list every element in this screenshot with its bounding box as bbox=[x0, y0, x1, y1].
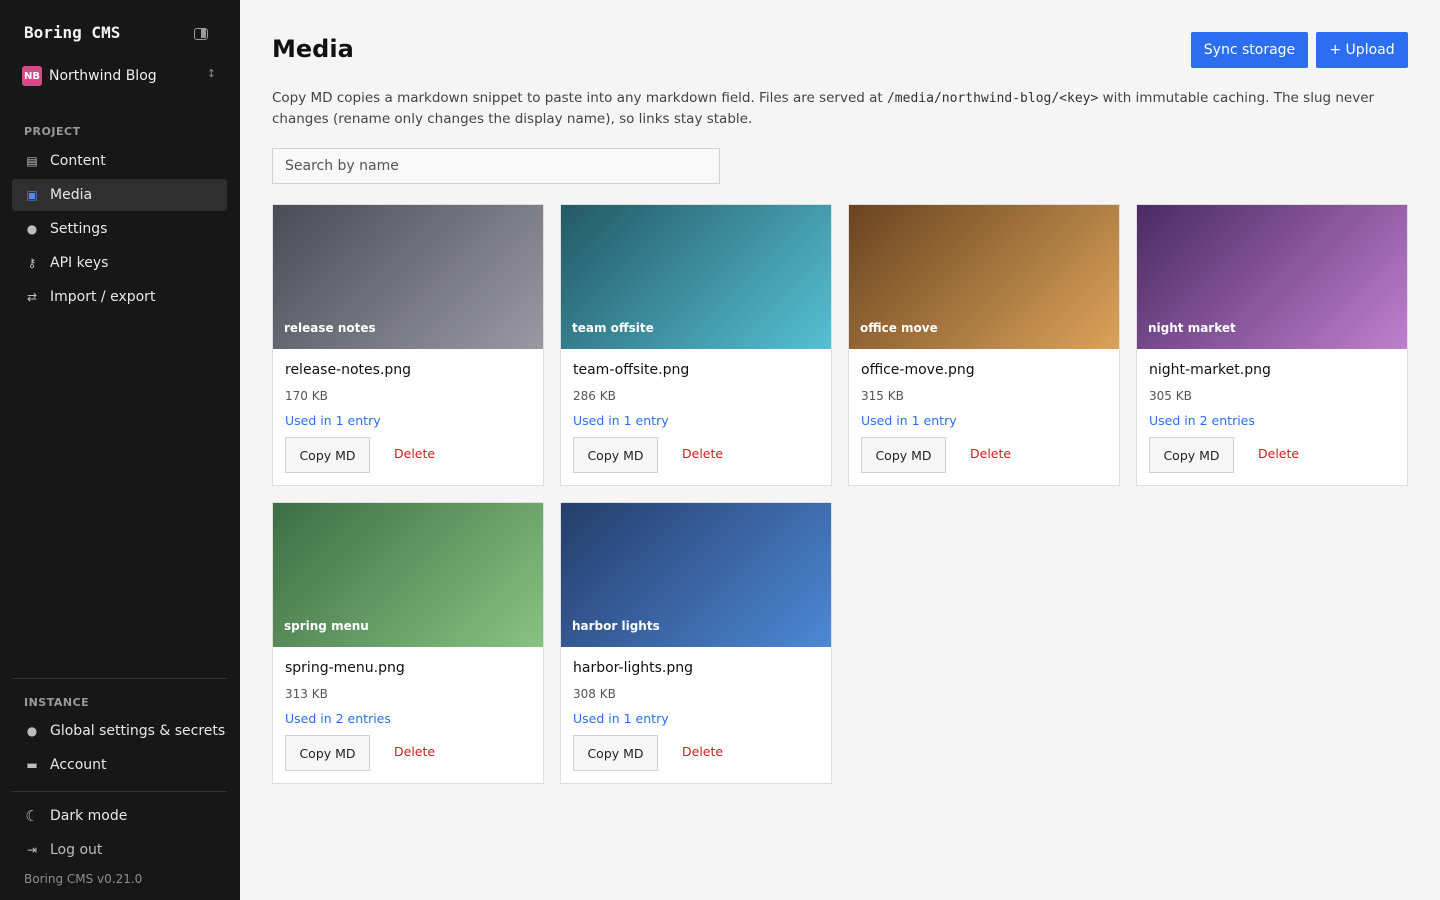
upload-button[interactable]: + Upload bbox=[1316, 32, 1408, 68]
media-usage-link[interactable]: Used in 1 entry bbox=[573, 711, 669, 726]
media-size: 286 KB bbox=[573, 389, 616, 403]
sidebar-item-global-settings[interactable]: ● Global settings & secrets bbox=[12, 715, 227, 747]
content-icon: ▤ bbox=[26, 154, 38, 168]
divider bbox=[12, 678, 227, 679]
sidebar-toggle-icon[interactable] bbox=[194, 28, 208, 40]
thumbnail-caption: night market bbox=[1148, 321, 1236, 335]
swap-icon: ↕ bbox=[206, 67, 216, 80]
thumbnail-caption: release notes bbox=[284, 321, 376, 335]
copy-md-button[interactable]: Copy MD bbox=[285, 735, 370, 771]
media-filename: night-market.png bbox=[1149, 362, 1271, 378]
media-usage-link[interactable]: Used in 2 entries bbox=[1149, 413, 1255, 428]
moon-icon: ☾ bbox=[25, 807, 39, 825]
delete-button[interactable]: Delete bbox=[682, 446, 723, 461]
delete-button[interactable]: Delete bbox=[1258, 446, 1299, 461]
logout-icon: ⇥ bbox=[26, 843, 38, 857]
thumbnail-caption: office move bbox=[860, 321, 938, 335]
sidebar-item-api-keys[interactable]: ⚷ API keys bbox=[12, 247, 227, 279]
media-card: release notes release-notes.png 170 KB Used… bbox=[272, 204, 544, 486]
media-usage-link[interactable]: Used in 1 entry bbox=[573, 413, 669, 428]
media-card: spring menu spring-menu.png 313 KB Used in … bbox=[272, 502, 544, 784]
copy-md-button[interactable]: Copy MD bbox=[573, 437, 658, 473]
sidebar-item-label: Settings bbox=[50, 221, 108, 237]
sidebar-item-label: Account bbox=[50, 757, 107, 773]
media-filename: spring-menu.png bbox=[285, 660, 405, 676]
sidebar-item-label: API keys bbox=[50, 255, 109, 271]
media-card: night market night-market.png 305 KB Used i… bbox=[1136, 204, 1408, 486]
gear-icon: ● bbox=[26, 724, 38, 738]
delete-button[interactable]: Delete bbox=[394, 446, 435, 461]
media-filename: release-notes.png bbox=[285, 362, 412, 378]
delete-button[interactable]: Delete bbox=[970, 446, 1011, 461]
media-thumbnail[interactable]: harbor lights bbox=[561, 503, 831, 647]
section-label-instance: INSTANCE bbox=[24, 696, 90, 709]
sidebar-item-label: Global settings & secrets bbox=[50, 723, 226, 739]
copy-md-button[interactable]: Copy MD bbox=[861, 437, 946, 473]
delete-button[interactable]: Delete bbox=[394, 744, 435, 759]
thumbnail-caption: spring menu bbox=[284, 619, 369, 633]
brand-title: Boring CMS bbox=[24, 23, 121, 42]
media-size: 315 KB bbox=[861, 389, 904, 403]
account-icon: ▬ bbox=[26, 758, 38, 772]
sidebar-item-account[interactable]: ▬ Account bbox=[12, 749, 227, 781]
logout-label: Log out bbox=[50, 842, 103, 858]
media-card: team offsite team-offsite.png 286 KB Used i… bbox=[560, 204, 832, 486]
sidebar-item-content[interactable]: ▤ Content bbox=[12, 145, 227, 177]
sidebar: Boring CMS NB Northwind Blog ↕ PROJECT ▤… bbox=[0, 0, 240, 900]
media-card: harbor lights harbor-lights.png 308 KB Used… bbox=[560, 502, 832, 784]
copy-md-button[interactable]: Copy MD bbox=[573, 735, 658, 771]
sidebar-item-label: Content bbox=[50, 153, 106, 169]
copy-md-button[interactable]: Copy MD bbox=[285, 437, 370, 473]
project-badge: NB bbox=[22, 66, 42, 86]
section-label-project: PROJECT bbox=[24, 125, 81, 138]
sidebar-item-settings[interactable]: ● Settings bbox=[12, 213, 227, 245]
project-name: Northwind Blog bbox=[49, 68, 157, 84]
gear-icon: ● bbox=[26, 222, 38, 236]
page-title: Media bbox=[272, 35, 354, 63]
media-thumbnail[interactable]: office move bbox=[849, 205, 1119, 349]
image-icon: ▣ bbox=[26, 188, 38, 202]
media-thumbnail[interactable]: night market bbox=[1137, 205, 1407, 349]
media-size: 305 KB bbox=[1149, 389, 1192, 403]
media-filename: office-move.png bbox=[861, 362, 975, 378]
sync-storage-button[interactable]: Sync storage bbox=[1191, 32, 1308, 68]
sidebar-item-label: Media bbox=[50, 187, 93, 203]
media-path-code: /media/northwind-blog/<key> bbox=[886, 91, 1099, 106]
project-switcher[interactable]: NB Northwind Blog ↕ bbox=[22, 64, 218, 88]
media-thumbnail[interactable]: spring menu bbox=[273, 503, 543, 647]
media-thumbnail[interactable]: team offsite bbox=[561, 205, 831, 349]
thumbnail-caption: harbor lights bbox=[572, 619, 660, 633]
media-filename: team-offsite.png bbox=[573, 362, 690, 378]
import-export-icon: ⇄ bbox=[26, 290, 38, 304]
copy-md-button[interactable]: Copy MD bbox=[1149, 437, 1234, 473]
media-usage-link[interactable]: Used in 1 entry bbox=[861, 413, 957, 428]
media-usage-link[interactable]: Used in 2 entries bbox=[285, 711, 391, 726]
media-size: 170 KB bbox=[285, 389, 328, 403]
logout-button[interactable]: ⇥ Log out bbox=[12, 834, 227, 866]
divider bbox=[12, 791, 227, 792]
media-usage-link[interactable]: Used in 1 entry bbox=[285, 413, 381, 428]
delete-button[interactable]: Delete bbox=[682, 744, 723, 759]
media-card: office move office-move.png 315 KB Used in … bbox=[848, 204, 1120, 486]
dark-mode-toggle[interactable]: ☾ Dark mode bbox=[12, 800, 227, 832]
sidebar-item-import-export[interactable]: ⇄ Import / export bbox=[12, 281, 227, 313]
sidebar-item-media[interactable]: ▣ Media bbox=[12, 179, 227, 211]
media-size: 308 KB bbox=[573, 687, 616, 701]
key-icon: ⚷ bbox=[27, 256, 37, 270]
media-size: 313 KB bbox=[285, 687, 328, 701]
intro-text: Copy MD copies a markdown snippet to pas… bbox=[272, 90, 1375, 127]
sidebar-item-label: Import / export bbox=[50, 289, 156, 305]
dark-mode-label: Dark mode bbox=[50, 808, 128, 824]
media-filename: harbor-lights.png bbox=[573, 660, 693, 676]
version-label: Boring CMS v0.21.0 bbox=[24, 872, 143, 886]
thumbnail-caption: team offsite bbox=[572, 321, 654, 335]
media-thumbnail[interactable]: release notes bbox=[273, 205, 543, 349]
search-input[interactable] bbox=[272, 148, 720, 184]
